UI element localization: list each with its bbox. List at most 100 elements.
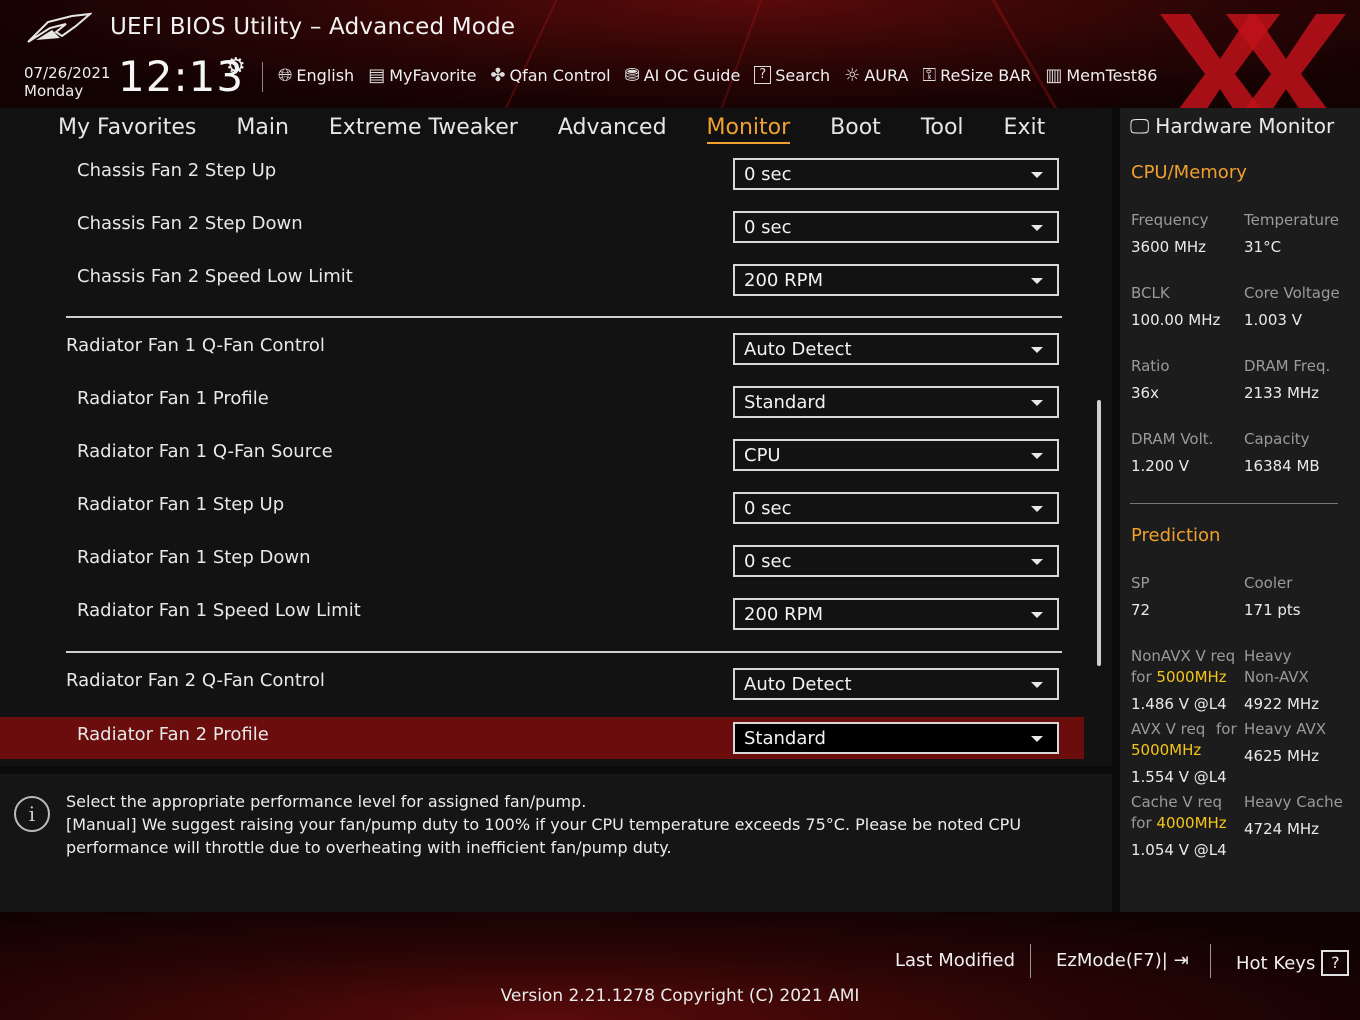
watermark-logo-icon	[1160, 14, 1346, 108]
setting-row[interactable]: Chassis Fan 2 Step Up 0 sec	[0, 150, 1084, 200]
hardware-monitor-title: 🖵︎ Hardware Monitor	[1130, 114, 1334, 138]
resize-bar-label: ReSize BAR	[940, 65, 1032, 85]
hw-value: 2133 MHz	[1244, 384, 1320, 402]
day-label: Monday	[24, 82, 84, 100]
resize-bar-icon: ⚿	[922, 64, 937, 86]
setting-label: Radiator Fan 1 Step Down	[77, 547, 311, 568]
setting-row[interactable]: Radiator Fan 1 Step Up 0 sec	[0, 484, 1084, 534]
setting-row[interactable]: Radiator Fan 1 Speed Low Limit 200 RPM	[0, 590, 1084, 640]
qfan-control-label: Qfan Control	[509, 65, 611, 85]
hw-value: 31°C	[1244, 238, 1282, 256]
setting-dropdown[interactable]: 0 sec	[733, 545, 1059, 577]
hw-value: 171 pts	[1244, 601, 1301, 619]
help-question-icon: ?	[1321, 950, 1350, 976]
setting-label: Radiator Fan 2 Profile	[77, 724, 269, 745]
setting-dropdown[interactable]: 0 sec	[733, 158, 1059, 190]
myfavorite-button[interactable]: ▤ MyFavorite	[368, 65, 476, 86]
setting-row[interactable]: Radiator Fan 1 Step Down 0 sec	[0, 537, 1084, 587]
search-button[interactable]: ? Search	[754, 66, 830, 85]
setting-dropdown[interactable]: 0 sec	[733, 211, 1059, 243]
last-modified-button[interactable]: Last Modified	[895, 950, 1015, 971]
setting-row[interactable]: Radiator Fan 1 Q-Fan Source CPU	[0, 431, 1084, 481]
hw-label: Core Voltage	[1244, 284, 1340, 302]
memtest-label: MemTest86	[1066, 65, 1158, 85]
hot-keys-label: Hot Keys	[1236, 952, 1316, 974]
chevron-down-icon	[1031, 400, 1043, 406]
tab-extreme-tweaker[interactable]: Extreme Tweaker	[309, 108, 538, 150]
hw-freq-highlight: 5000MHz	[1131, 741, 1202, 759]
setting-label: Radiator Fan 1 Speed Low Limit	[77, 600, 361, 621]
setting-dropdown[interactable]: Auto Detect	[733, 668, 1059, 700]
help-line: [Manual] We suggest raising your fan/pum…	[66, 815, 1022, 857]
main-nav: My Favorites Main Extreme Tweaker Advanc…	[0, 108, 1112, 150]
setting-row[interactable]: Radiator Fan 1 Profile Standard	[0, 378, 1084, 428]
hot-keys-button[interactable]: Hot Keys ?	[1236, 950, 1350, 976]
hardware-monitor-title-text: Hardware Monitor	[1155, 114, 1335, 138]
tab-boot[interactable]: Boot	[810, 108, 901, 150]
qfan-control-button[interactable]: ✤ Qfan Control	[490, 65, 610, 86]
tab-exit[interactable]: Exit	[984, 108, 1066, 150]
version-text: Version 2.21.1278 Copyright (C) 2021 AMI	[500, 986, 860, 1006]
tab-my-favorites[interactable]: My Favorites	[38, 108, 216, 150]
hw-value: 1.554 V @L4	[1131, 768, 1227, 786]
setting-label: Chassis Fan 2 Speed Low Limit	[77, 266, 353, 287]
hw-divider	[1130, 503, 1338, 504]
setting-row[interactable]: Radiator Fan 1 Q-Fan Control Auto Detect	[0, 325, 1084, 375]
hw-value: 16384 MB	[1244, 457, 1320, 475]
hw-value: 72	[1131, 601, 1151, 619]
help-text: Select the appropriate performance level…	[66, 790, 1096, 859]
ai-oc-guide-button[interactable]: ⛃ AI OC Guide	[625, 65, 741, 86]
setting-dropdown[interactable]: CPU	[733, 439, 1059, 471]
hw-label: Cooler	[1244, 574, 1293, 592]
ezmode-button[interactable]: EzMode(F7)| ⇥	[1056, 950, 1189, 971]
tab-main[interactable]: Main	[216, 108, 309, 150]
dropdown-value: 0 sec	[744, 551, 792, 572]
language-button[interactable]: 🌐︎ English	[278, 65, 354, 86]
tab-advanced[interactable]: Advanced	[538, 108, 687, 150]
hw-freq-highlight: 4000MHz	[1156, 814, 1227, 832]
chevron-down-icon	[1031, 453, 1043, 459]
hw-label: Frequency	[1131, 211, 1209, 229]
chevron-down-icon	[1031, 612, 1043, 618]
dropdown-value: Auto Detect	[744, 674, 852, 695]
hw-label: BCLK	[1131, 284, 1170, 302]
setting-row[interactable]: Chassis Fan 2 Step Down 0 sec	[0, 203, 1084, 253]
tab-monitor[interactable]: Monitor	[687, 108, 811, 150]
memtest-button[interactable]: ▥ MemTest86	[1045, 65, 1157, 86]
setting-dropdown[interactable]: 200 RPM	[733, 598, 1059, 630]
resize-bar-button[interactable]: ⚿ ReSize BAR	[922, 65, 1031, 86]
setting-dropdown[interactable]: Auto Detect	[733, 333, 1059, 365]
help-line: Select the appropriate performance level…	[66, 792, 587, 811]
settings-scrollbar[interactable]	[1097, 400, 1101, 666]
help-panel: i Select the appropriate performance lev…	[0, 774, 1112, 912]
dropdown-value: 0 sec	[744, 498, 792, 519]
clock-settings-gear-icon[interactable]: ⚙	[226, 54, 246, 79]
info-icon: i	[14, 796, 50, 832]
setting-dropdown[interactable]: Standard	[733, 722, 1059, 754]
hw-label: NonAVX V req	[1131, 647, 1236, 665]
setting-dropdown[interactable]: 0 sec	[733, 492, 1059, 524]
search-icon: ?	[754, 66, 772, 84]
cpu-memory-heading: CPU/Memory	[1131, 162, 1247, 183]
tab-tool[interactable]: Tool	[901, 108, 984, 150]
setting-dropdown[interactable]: 200 RPM	[733, 264, 1059, 296]
hw-label: for	[1216, 720, 1237, 738]
monitor-screen-icon: 🖵︎	[1130, 114, 1150, 138]
hw-value: 4625 MHz	[1244, 747, 1320, 765]
memory-icon: ▥	[1045, 64, 1063, 86]
setting-row[interactable]: Radiator Fan 2 Q-Fan Control Auto Detect	[0, 660, 1084, 710]
hw-value: 4724 MHz	[1244, 820, 1320, 838]
setting-row[interactable]: Chassis Fan 2 Speed Low Limit 200 RPM	[0, 256, 1084, 306]
app-title: UEFI BIOS Utility – Advanced Mode	[110, 14, 516, 40]
setting-label: Radiator Fan 1 Profile	[77, 388, 269, 409]
chevron-down-icon	[1031, 278, 1043, 284]
hw-value: 4922 MHz	[1244, 695, 1320, 713]
setting-row-selected[interactable]: Radiator Fan 2 Profile Standard	[0, 717, 1084, 759]
dropdown-value: 0 sec	[744, 164, 792, 185]
hw-value: 3600 MHz	[1131, 238, 1207, 256]
hw-label: Heavy	[1244, 647, 1292, 665]
header-divider	[262, 62, 263, 92]
setting-dropdown[interactable]: Standard	[733, 386, 1059, 418]
chevron-down-icon	[1031, 225, 1043, 231]
aura-button[interactable]: ☼ AURA	[844, 65, 908, 86]
